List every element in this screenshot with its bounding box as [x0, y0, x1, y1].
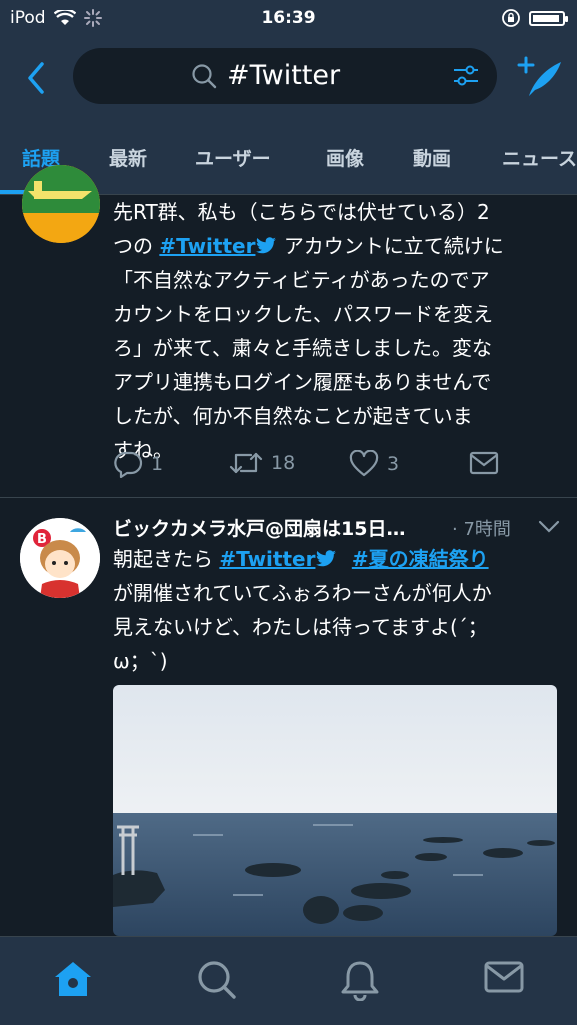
tweet-line: 「不自然なアクティビティがあったのでア [113, 268, 490, 292]
svg-text:B: B [37, 532, 47, 547]
tab-images[interactable]: 画像 [326, 144, 364, 171]
tweet-line: アプリ連携もログイン履歴もありませんで [113, 370, 492, 394]
tweet[interactable]: B ビックカメラ水戸@団扇は15日… · 7時間 朝起きたら #Twitter … [0, 498, 577, 936]
tab-news[interactable]: ニュース [502, 144, 577, 171]
search-icon[interactable] [196, 959, 238, 1001]
messages-mail-icon[interactable] [484, 959, 524, 997]
twitter-bird-icon [256, 237, 277, 254]
search-icon [192, 64, 217, 89]
tweet-text-segment: 朝起きたら [113, 547, 213, 571]
hashtag-link[interactable]: #Twitter [219, 547, 315, 571]
twitter-bird-icon [316, 550, 337, 567]
tweet-line: ろ」が来て、粛々と手続きしました。変な [113, 336, 492, 360]
tweet-time: · 7時間 [452, 519, 511, 540]
heart-icon [349, 450, 379, 477]
filter-icon[interactable] [453, 64, 479, 88]
home-icon[interactable] [52, 959, 94, 999]
avatar[interactable]: B [20, 518, 100, 598]
tweet-photo[interactable] [113, 685, 557, 936]
search-header: #Twitter [0, 40, 577, 118]
hashtag-link[interactable]: #Twitter [159, 234, 255, 258]
retweet-count: 18 [271, 452, 296, 474]
search-query: #Twitter [227, 60, 341, 91]
tweet-text-segment: アカウントに立て続けに [283, 234, 504, 258]
tweet-line: ω；`) [113, 649, 168, 673]
status-bar: iPod 16:39 [0, 0, 577, 40]
reply-button[interactable]: 1 [113, 450, 163, 478]
back-icon[interactable] [20, 58, 54, 98]
notifications-bell-icon[interactable] [340, 959, 380, 1001]
chevron-down-icon[interactable] [538, 520, 560, 534]
tweet-line: つの #Twitter アカウントに立て続けに [113, 229, 561, 263]
tweet-line: カウントをロックした、パスワードを変え [113, 302, 493, 326]
battery-fill [533, 14, 559, 22]
tweet[interactable]: 先RT群、私も（こちらでは伏せている）2 つの #Twitter アカウントに立… [0, 165, 577, 498]
status-right [501, 8, 568, 28]
tweet-actions: 1 18 3 [113, 450, 543, 484]
tweet-line: したが、何か不自然なことが起きていま [113, 404, 473, 428]
orientation-lock-icon [502, 9, 520, 27]
status-time: 16:39 [261, 8, 316, 28]
like-count: 3 [387, 453, 400, 475]
tweet-text: 先RT群、私も（こちらでは伏せている）2 つの #Twitter アカウントに立… [113, 195, 561, 467]
hashtag-link[interactable]: #夏の凍結祭り [352, 547, 489, 571]
battery-icon [529, 10, 568, 26]
tweet-line: が開催されていてふぉろわーさんが何人か [113, 581, 492, 605]
retweet-button[interactable]: 18 [229, 450, 295, 476]
avatar[interactable] [22, 165, 100, 243]
tweet-line: 朝起きたら #Twitter #夏の凍結祭り [113, 542, 561, 576]
like-button[interactable]: 3 [349, 450, 399, 478]
retweet-icon [229, 452, 263, 474]
tweet-line: 先RT群、私も（こちらでは伏せている）2 [113, 200, 490, 224]
author-name[interactable]: ビックカメラ水戸@団扇は15日… [113, 514, 405, 541]
dm-share-button[interactable] [469, 450, 499, 476]
tab-users[interactable]: ユーザー [195, 144, 271, 171]
tweet-text-segment: つの [113, 234, 153, 258]
search-field[interactable]: #Twitter [73, 48, 497, 104]
reply-count: 1 [151, 453, 164, 475]
reply-icon [114, 451, 143, 478]
tab-latest[interactable]: 最新 [109, 144, 147, 171]
tab-videos[interactable]: 動画 [413, 144, 451, 171]
compose-icon[interactable] [517, 54, 565, 102]
bottom-nav [0, 936, 577, 1025]
tweet-text: 朝起きたら #Twitter #夏の凍結祭り が開催されていてふぉろわーさんが何… [113, 542, 561, 678]
tweet-line: 見えないけど、わたしは待ってますよ(´； [113, 615, 488, 639]
mail-icon [469, 451, 499, 475]
